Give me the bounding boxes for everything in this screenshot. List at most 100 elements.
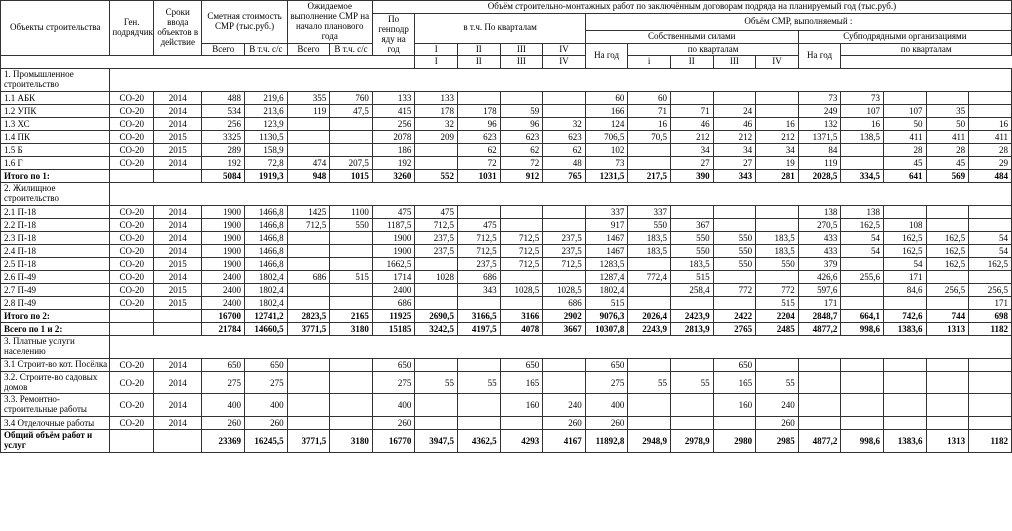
cell-value: 2848,7 (798, 309, 841, 322)
cell-value (287, 257, 330, 270)
cell-value: 400 (372, 394, 415, 417)
cell-value: 15185 (372, 322, 415, 335)
cell-value: 343 (713, 170, 756, 183)
cell-value: 54 (883, 257, 926, 270)
cell-gen: СО-20 (110, 231, 154, 244)
cell-year: 2015 (154, 296, 202, 309)
cell-value (713, 92, 756, 105)
cell-value (756, 270, 799, 283)
cell-value: 343 (458, 283, 501, 296)
cell-value: 712,5 (500, 257, 543, 270)
cell-value: 2028,5 (798, 170, 841, 183)
cell-value: 3180 (330, 322, 373, 335)
row-label: 3. Платные услуги населению (1, 335, 110, 358)
cell-value (969, 371, 1012, 394)
cell-value: 744 (926, 309, 969, 322)
cell-value: 998,6 (841, 430, 884, 453)
cell-value: 1802,4 (245, 296, 288, 309)
cell-value: 948 (287, 170, 330, 183)
cell-value: 1028,5 (543, 283, 586, 296)
cell-gen: СО-20 (110, 417, 154, 430)
cell-value: 488 (202, 92, 245, 105)
row-label: 1.3 ХС (1, 118, 110, 131)
cell-value: 1031 (458, 170, 501, 183)
cell-gen (110, 170, 154, 183)
cell-value: 59 (500, 105, 543, 118)
cell-value: 249 (798, 105, 841, 118)
cell-value (841, 157, 884, 170)
cell-value: 641 (883, 170, 926, 183)
cell-value (543, 92, 586, 105)
cell-value (500, 218, 543, 231)
cell-value: 515 (670, 270, 713, 283)
cell-value: 162,5 (883, 244, 926, 257)
cell-value: 1466,8 (245, 244, 288, 257)
cell-value: 183,5 (628, 231, 671, 244)
hdr-own-q2: II (458, 56, 501, 69)
cell-value: 2948,9 (628, 430, 671, 453)
cell-value: 4877,2 (798, 430, 841, 453)
cell-year (154, 322, 202, 335)
cell-value (415, 394, 458, 417)
cell-value: 192 (372, 157, 415, 170)
hdr-sub-byq: по кварталам (841, 43, 1012, 56)
table-row: 3.4 Отделочные работыСО-2020142602602602… (1, 417, 1012, 430)
cell-value: 34 (670, 144, 713, 157)
section-blank (110, 335, 1012, 358)
cell-value: 686 (287, 270, 330, 283)
cell-gen (110, 309, 154, 322)
cell-year: 2014 (154, 417, 202, 430)
cell-value: 650 (713, 358, 756, 371)
table-row: 2.1 П-18СО-20201419001466,81425110047547… (1, 205, 1012, 218)
cell-value: 650 (245, 358, 288, 371)
cell-value (500, 270, 543, 283)
cell-gen: СО-20 (110, 244, 154, 257)
cell-value: 16245,5 (245, 430, 288, 453)
cell-value (969, 105, 1012, 118)
cell-value: 72 (458, 157, 501, 170)
cell-value: 1466,8 (245, 218, 288, 231)
hdr-smet-total: Всего (202, 43, 245, 56)
table-row: 2.2 П-18СО-20201419001466,8712,55501187,… (1, 218, 1012, 231)
cell-value: 107 (841, 105, 884, 118)
cell-value: 158,9 (245, 144, 288, 157)
cell-value: 162,5 (926, 231, 969, 244)
cell-value: 166 (585, 105, 628, 118)
cell-value: 433 (798, 231, 841, 244)
cell-value: 260 (372, 417, 415, 430)
cell-value (543, 218, 586, 231)
cell-value: 686 (372, 296, 415, 309)
cell-value (926, 417, 969, 430)
cell-value (926, 92, 969, 105)
cell-value: 355 (287, 92, 330, 105)
cell-value: 2400 (202, 270, 245, 283)
cell-value: 2978,9 (670, 430, 713, 453)
cell-value: 72,8 (245, 157, 288, 170)
cell-value: 256 (202, 118, 245, 131)
cell-value: 240 (543, 394, 586, 417)
hdr-sub: Субподрядными организациями (798, 30, 1011, 43)
hdr-own-q1: I (415, 56, 458, 69)
cell-value: 16700 (202, 309, 245, 322)
hdr-q3: III (500, 43, 543, 56)
table-row: 1.1 АБКСО-202014488219,63557601331336060… (1, 92, 1012, 105)
cell-value: 2423,9 (670, 309, 713, 322)
cell-value: 258,4 (670, 283, 713, 296)
row-label: 2.2 П-18 (1, 218, 110, 231)
cell-value: 1028,5 (500, 283, 543, 296)
cell-value: 96 (500, 118, 543, 131)
cell-value: 1383,6 (883, 430, 926, 453)
cell-gen: СО-20 (110, 270, 154, 283)
cell-value: 47,5 (330, 105, 373, 118)
cell-value: 19 (756, 157, 799, 170)
cell-value: 192 (202, 157, 245, 170)
cell-value: 3947,5 (415, 430, 458, 453)
cell-value: 569 (926, 170, 969, 183)
cell-value (500, 296, 543, 309)
cell-value (841, 257, 884, 270)
hdr-sub-q3: III (713, 56, 756, 69)
table-row: 2.6 П-49СО-20201424001802,46865151714102… (1, 270, 1012, 283)
row-label: Общий объём работ и услуг (1, 430, 110, 453)
cell-value: 1425 (287, 205, 330, 218)
cell-value (670, 394, 713, 417)
